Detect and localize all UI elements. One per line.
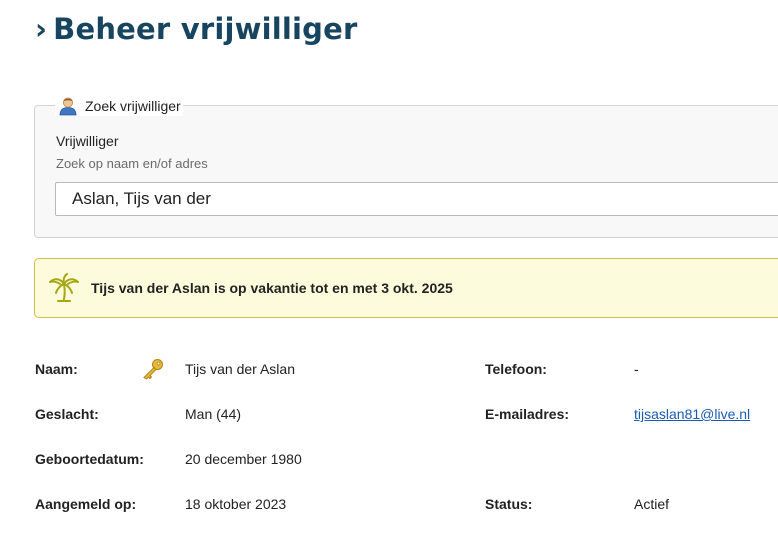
title-chevron: › — [35, 12, 48, 46]
volunteer-search-input[interactable] — [55, 182, 778, 216]
volunteer-field-help: Zoek op naam en/of adres — [56, 156, 208, 171]
page-title: › Beheer vrijwilliger — [35, 12, 357, 46]
legend-label: Zoek vrijwilliger — [85, 98, 181, 114]
palm-tree-icon — [49, 273, 79, 302]
search-volunteer-fieldset: Zoek vrijwilliger Vrijwilliger Zoek op n… — [34, 96, 778, 238]
phone-value: - — [634, 361, 639, 377]
key-icon — [143, 359, 163, 380]
email-value: tijsaslan81@live.nl — [634, 406, 750, 422]
status-value: Actief — [634, 496, 670, 512]
status-label: Status: — [485, 496, 533, 512]
registered-value: 18 oktober 2023 — [185, 496, 287, 512]
registered-label: Aangemeld op: — [35, 496, 137, 512]
email-label: E-mailadres: — [485, 406, 570, 422]
birthdate-value: 20 december 1980 — [185, 451, 302, 467]
vacation-alert: Tijs van der Aslan is op vakantie tot en… — [34, 258, 778, 318]
page-title-text: Beheer vrijwilliger — [53, 12, 358, 46]
phone-label: Telefoon: — [485, 361, 547, 377]
birthdate-label: Geboortedatum: — [35, 451, 144, 467]
email-link[interactable]: tijsaslan81@live.nl — [634, 406, 750, 422]
gender-label: Geslacht: — [35, 406, 99, 422]
gender-value: Man (44) — [185, 406, 242, 422]
name-value: Tijs van der Aslan — [185, 361, 295, 377]
name-label: Naam: — [35, 361, 78, 377]
user-icon — [59, 97, 77, 116]
fieldset-legend: Zoek vrijwilliger — [55, 96, 183, 116]
vacation-alert-text: Tijs van der Aslan is op vakantie tot en… — [91, 280, 453, 296]
volunteer-field-label: Vrijwilliger — [56, 133, 119, 149]
